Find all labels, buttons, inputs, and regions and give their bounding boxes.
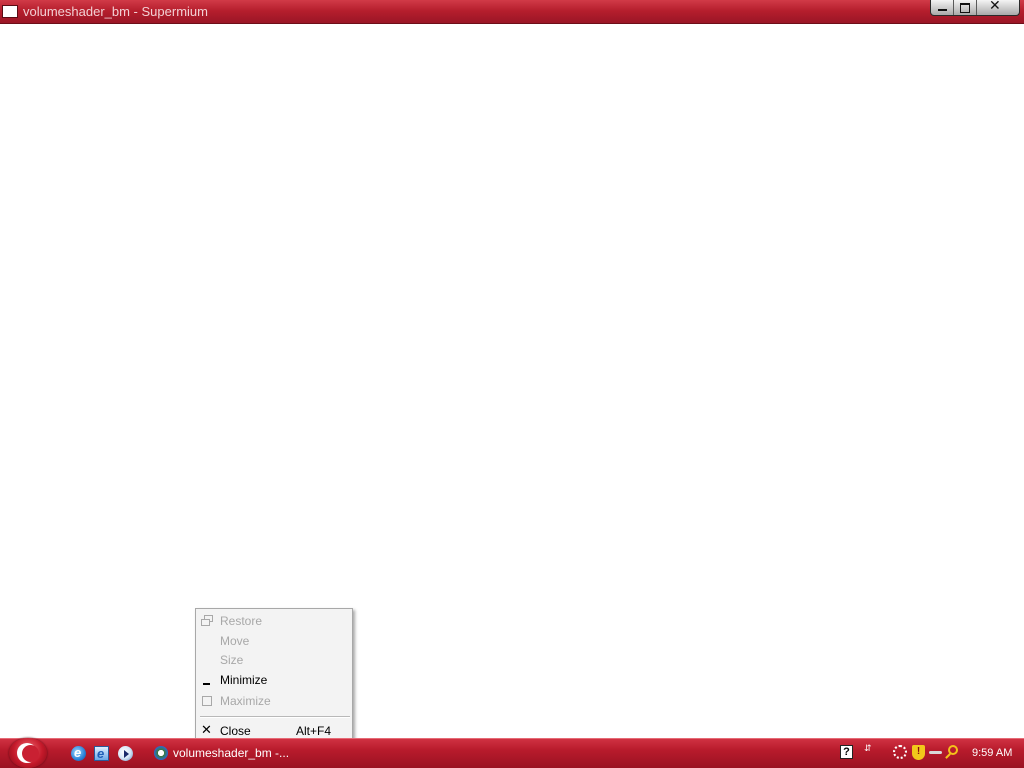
menu-item-label: Size <box>220 653 244 667</box>
media-player-icon[interactable] <box>118 746 133 761</box>
menu-item-label: Restore <box>220 614 263 628</box>
search-icon[interactable] <box>948 745 958 755</box>
window-title-bar[interactable]: volumeshader_bm - Supermium ✕ <box>0 0 1024 24</box>
window-context-menu: Restore Move Size Minimize Maximize ✕ Cl… <box>195 608 353 743</box>
minimize-button[interactable] <box>931 0 954 15</box>
menu-item-label: Close <box>220 724 251 738</box>
menu-item-minimize[interactable]: Minimize <box>196 671 352 689</box>
close-icon: ✕ <box>201 723 212 738</box>
start-logo-icon <box>17 743 39 763</box>
menu-item-move[interactable]: Move <box>196 632 352 650</box>
gear-icon[interactable] <box>893 745 907 759</box>
maximize-icon <box>960 3 970 13</box>
menu-item-maximize[interactable]: Maximize <box>196 692 352 710</box>
menu-item-label: Minimize <box>220 673 268 687</box>
window-title: volumeshader_bm - Supermium <box>23 4 208 19</box>
window-controls: ✕ <box>930 0 1020 16</box>
maximize-button[interactable] <box>954 0 977 15</box>
power-plug-icon[interactable] <box>929 751 942 754</box>
maximize-icon <box>201 695 213 707</box>
menu-item-label: Maximize <box>220 694 271 708</box>
taskbar-button-active-window[interactable]: volumeshader_bm -... <box>150 740 340 766</box>
help-icon[interactable]: ? <box>840 745 853 759</box>
menu-item-size[interactable]: Size <box>196 651 352 669</box>
minimize-icon <box>201 674 213 686</box>
menu-separator <box>200 716 350 718</box>
internet-explorer-icon[interactable]: e <box>94 746 109 761</box>
start-button[interactable] <box>9 738 47 768</box>
internet-explorer-icon[interactable]: e <box>71 745 86 761</box>
taskbar-button-label: volumeshader_bm -... <box>173 746 290 760</box>
close-icon: ✕ <box>989 0 1001 14</box>
window-app-icon[interactable] <box>2 5 18 18</box>
close-button[interactable]: ✕ <box>977 0 1019 15</box>
menu-item-shortcut: Alt+F4 <box>296 724 332 738</box>
menu-item-restore[interactable]: Restore <box>196 612 352 630</box>
taskbar-clock[interactable]: 9:59 AM <box>972 747 1012 759</box>
restore-icon <box>201 615 213 627</box>
menu-item-label: Move <box>220 634 250 648</box>
minimize-icon <box>938 9 947 11</box>
page-content <box>0 24 1024 608</box>
supermium-browser-icon <box>154 746 168 760</box>
network-icon[interactable]: ⇵ <box>864 744 874 762</box>
security-shield-icon[interactable]: ! <box>912 745 925 760</box>
